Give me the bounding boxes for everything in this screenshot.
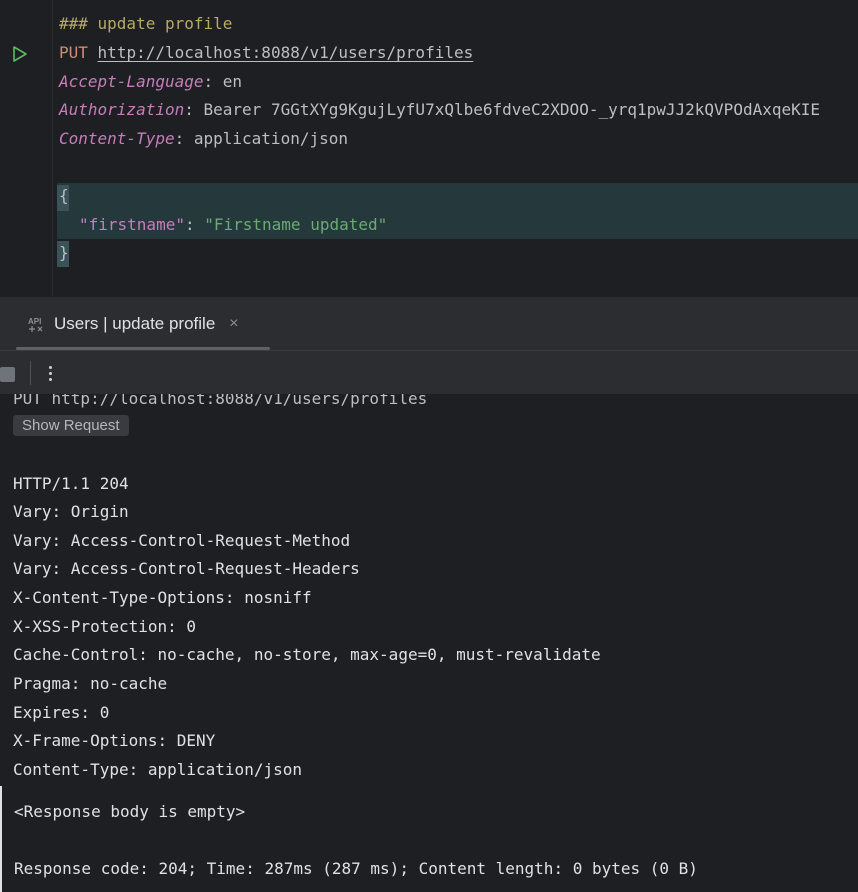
response-header-line: X-Frame-Options: DENY — [13, 731, 216, 750]
http-method: PUT — [59, 43, 88, 62]
response-summary: Response code: 204; Time: 287ms (287 ms)… — [14, 859, 698, 878]
header-line-accept-language: Accept-Language: en — [59, 72, 243, 91]
header-name: Authorization — [59, 100, 185, 119]
header-value: application/json — [184, 129, 348, 148]
header-value: en — [213, 72, 243, 91]
run-request-icon[interactable] — [11, 45, 29, 63]
json-field-firstname: "firstname": "Firstname updated" — [79, 215, 388, 234]
show-request-button[interactable]: Show Request — [13, 415, 129, 436]
request-line: PUT http://localhost:8088/v1/users/profi… — [59, 39, 473, 67]
header-line-authorization: Authorization: Bearer 7GGtXYg9KgujLyfU7x… — [59, 100, 821, 119]
json-value: "Firstname updated" — [204, 215, 388, 234]
request-url[interactable]: http://localhost:8088/v1/users/profiles — [98, 43, 474, 62]
gutter-divider — [52, 0, 53, 296]
tab-update-profile[interactable]: API Users | update profile × — [28, 309, 239, 339]
response-header-line: Expires: 0 — [13, 703, 110, 722]
response-status-line: HTTP/1.1 204 — [13, 474, 129, 493]
response-header-line: X-Content-Type-Options: nosniff — [13, 588, 312, 607]
response-header-line: Vary: Access-Control-Request-Method — [13, 531, 351, 550]
more-options-icon[interactable] — [42, 360, 58, 386]
json-open-brace: { — [59, 186, 69, 205]
header-name: Content-Type — [59, 129, 175, 148]
empty-body-message: <Response body is empty> — [14, 802, 246, 821]
stop-icon[interactable] — [0, 367, 15, 382]
response-header-line: X-XSS-Protection: 0 — [13, 617, 197, 636]
response-console[interactable]: PUT http://localhost:8088/v1/users/profi… — [0, 394, 858, 892]
close-icon[interactable]: × — [229, 315, 238, 333]
response-body-area: <Response body is empty> Response code: … — [0, 786, 858, 892]
response-header-line: Pragma: no-cache — [13, 674, 168, 693]
response-header-line: Content-Type: application/json — [13, 760, 302, 779]
response-header-line: Vary: Origin — [13, 502, 129, 521]
services-tool-window-header: API Users | update profile × — [0, 296, 858, 350]
api-icon: API — [28, 317, 43, 332]
json-close-brace: } — [59, 243, 69, 262]
tab-label: Users | update profile — [54, 314, 216, 333]
header-line-content-type: Content-Type: application/json — [59, 129, 348, 148]
json-key: "firstname" — [79, 215, 185, 234]
request-comment: ### update profile — [59, 14, 233, 33]
header-value: Bearer 7GGtXYg9KgujLyfU7xQlbe6fdveC2XDOO… — [193, 100, 821, 119]
header-name: Accept-Language — [59, 72, 204, 91]
console-toolbar — [0, 350, 858, 394]
svg-text:API: API — [28, 317, 41, 326]
http-request-editor[interactable]: ### update profile PUT http://localhost:… — [0, 0, 858, 296]
request-echo-line: PUT http://localhost:8088/v1/users/profi… — [13, 394, 428, 408]
response-header-line: Cache-Control: no-cache, no-store, max-a… — [13, 645, 601, 664]
response-header-line: Vary: Access-Control-Request-Headers — [13, 559, 360, 578]
toolbar-separator — [30, 361, 31, 385]
